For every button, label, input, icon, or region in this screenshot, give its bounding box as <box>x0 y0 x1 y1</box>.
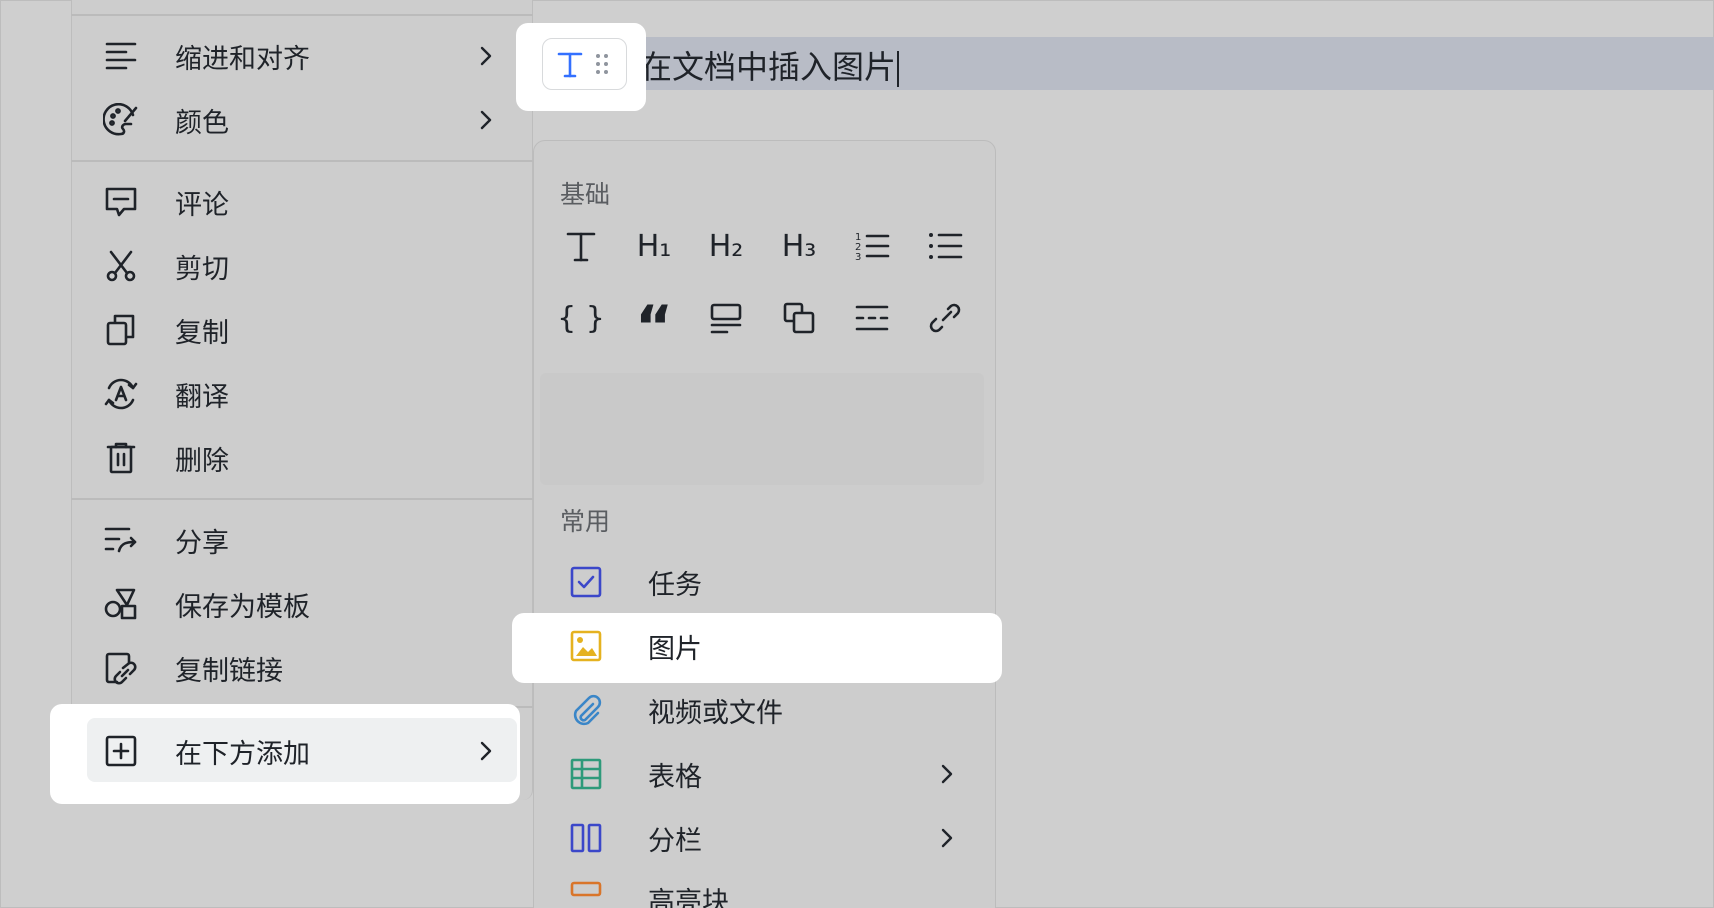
sync-block-icon[interactable] <box>775 294 823 342</box>
menu-item-label: 剪切 <box>175 253 229 285</box>
insert-item-table[interactable]: 表格 <box>550 744 990 804</box>
insert-item-label: 任务 <box>648 569 702 601</box>
document-line[interactable]: 在文档中插入图片 <box>640 42 900 88</box>
menu-item-add-below[interactable]: 在下方添加 <box>87 723 517 779</box>
menu-item-copy-link[interactable]: 复制链接 <box>87 640 517 696</box>
chevron-right-icon <box>471 105 501 135</box>
template-icon <box>99 582 143 626</box>
menu-item-indent-align[interactable]: 缩进和对齐 <box>87 28 517 84</box>
menu-divider <box>71 498 533 500</box>
menu-item-label: 复制 <box>175 317 229 349</box>
copy-icon <box>99 308 143 352</box>
blurred-region <box>540 373 984 485</box>
translate-icon <box>99 372 143 416</box>
menu-divider <box>71 160 533 162</box>
divider-icon[interactable] <box>848 294 896 342</box>
menu-item-color[interactable]: 颜色 <box>87 92 517 148</box>
link-icon[interactable] <box>921 294 969 342</box>
menu-item-label: 翻译 <box>175 381 229 413</box>
bullet-list-icon[interactable] <box>921 222 969 270</box>
copy-link-icon <box>99 646 143 690</box>
menu-item-share[interactable]: 分享 <box>87 512 517 568</box>
comment-icon <box>99 180 143 224</box>
ordered-list-icon[interactable]: 123 <box>848 222 896 270</box>
quote-icon[interactable]: “ <box>630 294 678 356</box>
code-block-icon[interactable]: { } <box>557 294 605 342</box>
menu-item-label: 评论 <box>175 189 229 221</box>
svg-text:3: 3 <box>855 252 861 263</box>
text-type-icon <box>555 49 585 79</box>
insert-item-task[interactable]: 任务 <box>550 552 990 612</box>
paperclip-icon <box>564 688 608 732</box>
task-checkbox-icon <box>564 560 608 604</box>
menu-item-label: 颜色 <box>175 107 229 139</box>
insert-item-label: 视频或文件 <box>648 697 783 729</box>
scissors-icon <box>99 244 143 288</box>
insert-item-video-file[interactable]: 视频或文件 <box>550 680 990 740</box>
chevron-right-icon <box>471 736 501 766</box>
document-line-text: 在文档中插入图片 <box>640 48 897 86</box>
menu-divider <box>71 14 533 16</box>
menu-item-label: 删除 <box>175 445 229 477</box>
insert-item-label: 高亮块 <box>648 887 729 908</box>
menu-item-save-template[interactable]: 保存为模板 <box>87 576 517 632</box>
text-cursor <box>897 51 900 87</box>
menu-item-label: 在下方添加 <box>175 738 310 770</box>
insert-item-columns[interactable]: 分栏 <box>550 808 990 868</box>
add-below-icon <box>99 729 143 773</box>
insert-item-label: 表格 <box>648 761 702 793</box>
image-icon <box>564 624 608 668</box>
insert-item-label: 图片 <box>648 633 702 665</box>
heading1-icon[interactable]: H₁ <box>630 222 678 270</box>
section-title-basic: 基础 <box>560 180 611 209</box>
insert-item-highlight-block[interactable]: 高亮块 <box>550 872 990 908</box>
palette-icon <box>99 98 143 142</box>
insert-item-label: 分栏 <box>648 825 702 857</box>
chevron-right-icon <box>471 41 501 71</box>
menu-item-delete[interactable]: 删除 <box>87 430 517 486</box>
menu-item-translate[interactable]: 翻译 <box>87 366 517 422</box>
chevron-right-icon <box>932 823 962 853</box>
indent-align-icon <box>99 34 143 78</box>
trash-icon <box>99 436 143 480</box>
menu-item-comment[interactable]: 评论 <box>87 174 517 230</box>
highlight-block-icon <box>564 880 608 908</box>
menu-item-label: 分享 <box>175 527 229 559</box>
share-icon <box>99 518 143 562</box>
menu-item-label: 缩进和对齐 <box>175 43 310 75</box>
menu-item-copy[interactable]: 复制 <box>87 302 517 358</box>
table-icon <box>564 752 608 796</box>
section-title-common: 常用 <box>560 507 611 536</box>
insert-item-image[interactable]: 图片 <box>550 616 990 676</box>
block-handle-button[interactable] <box>542 38 627 90</box>
callout-icon[interactable] <box>702 294 750 342</box>
drag-handle-icon[interactable] <box>595 52 609 76</box>
heading2-icon[interactable]: H₂ <box>702 222 750 270</box>
menu-item-cut[interactable]: 剪切 <box>87 238 517 294</box>
chevron-right-icon <box>932 759 962 789</box>
menu-item-label: 复制链接 <box>175 655 283 687</box>
text-block-icon[interactable] <box>557 222 605 270</box>
heading3-icon[interactable]: H₃ <box>775 222 823 270</box>
menu-item-label: 保存为模板 <box>175 591 310 623</box>
columns-icon <box>564 816 608 860</box>
